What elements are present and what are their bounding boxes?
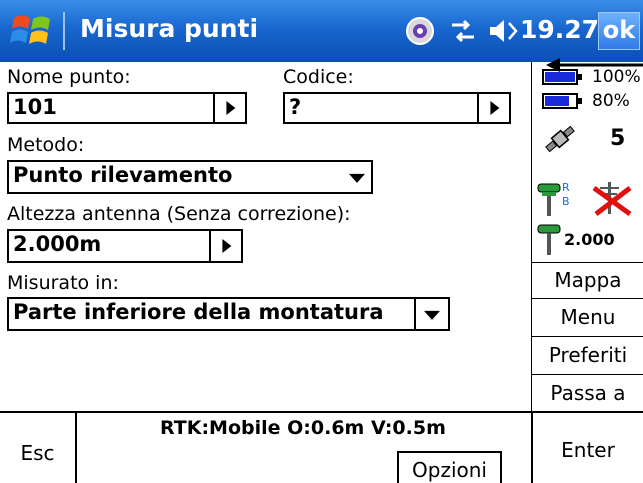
opzioni-button[interactable]: Opzioni: [397, 451, 502, 483]
battery-2-icon[interactable]: [542, 93, 582, 109]
satellite-count[interactable]: 5: [610, 126, 625, 151]
rover-receiver-icon[interactable]: [536, 180, 582, 218]
misurato-dropdown[interactable]: Parte inferiore della montatura: [7, 297, 450, 331]
arrow-right-icon: [222, 239, 232, 253]
altezza-value[interactable]: 2.000m: [13, 232, 101, 256]
antenna-height[interactable]: 2.000: [564, 230, 615, 249]
metodo-dropdown[interactable]: Punto rilevamento: [7, 160, 373, 194]
nome-punto-value[interactable]: 101: [13, 95, 57, 119]
volume-icon[interactable]: [486, 17, 522, 45]
misurato-dropdown-button[interactable]: [414, 299, 448, 329]
codice-field[interactable]: ?: [283, 92, 511, 124]
rtk-status: RTK:Mobile O:0.6m V:0.5m: [160, 417, 446, 439]
battery-1-fill: [545, 72, 575, 82]
metodo-dropdown-button[interactable]: [341, 162, 371, 192]
arrow-right-icon: [490, 101, 500, 115]
chevron-down-icon: [349, 173, 365, 183]
codice-arrow-button[interactable]: [477, 94, 509, 122]
codice-label: Codice:: [283, 66, 354, 88]
altezza-field[interactable]: 2.000m: [7, 229, 243, 263]
battery-2-percent: 80%: [592, 91, 630, 111]
chevron-down-icon: [424, 310, 440, 320]
rover-tag: R: [562, 181, 570, 194]
bottom-bar: Esc RTK:Mobile O:0.6m V:0.5m Opzioni Ent…: [0, 411, 643, 483]
enter-arrow-icon: [546, 58, 643, 72]
window-title: Misura punti: [80, 14, 259, 43]
passa-a-button[interactable]: Passa a: [532, 374, 643, 412]
title-bar: Misura punti 19.27 ok: [0, 0, 643, 62]
esc-button[interactable]: Esc: [0, 413, 77, 483]
altezza-label: Altezza antenna (Senza correzione):: [7, 203, 351, 225]
misurato-value: Parte inferiore della montatura: [13, 300, 384, 324]
title-separator: [63, 12, 65, 50]
connectivity-icon[interactable]: [448, 17, 478, 45]
no-radio-icon[interactable]: [586, 180, 638, 218]
nome-punto-arrow-button[interactable]: [213, 94, 245, 122]
enter-button[interactable]: Enter: [531, 413, 643, 483]
battery-2-fill: [545, 96, 569, 106]
mappa-button[interactable]: Mappa: [532, 262, 643, 298]
ok-button[interactable]: ok: [598, 12, 640, 50]
metodo-label: Metodo:: [7, 134, 85, 156]
metodo-value: Punto rilevamento: [13, 163, 233, 187]
misurato-label: Misurato in:: [7, 272, 119, 294]
sync-icon[interactable]: [405, 16, 435, 46]
nome-punto-label: Nome punto:: [7, 66, 131, 88]
antenna-icon[interactable]: [536, 222, 566, 256]
nome-punto-field[interactable]: 101: [7, 92, 247, 124]
altezza-arrow-button[interactable]: [209, 231, 241, 261]
arrow-right-icon: [226, 101, 236, 115]
menu-button[interactable]: Menu: [532, 298, 643, 336]
codice-value[interactable]: ?: [289, 95, 301, 119]
base-tag: B: [562, 195, 570, 208]
preferiti-button[interactable]: Preferiti: [532, 336, 643, 374]
clock[interactable]: 19.27: [520, 15, 599, 44]
satellite-icon[interactable]: [542, 122, 578, 156]
windows-start-icon[interactable]: [10, 10, 54, 50]
status-panel: 100% 80% 5 R B 2.000 Mappa Menu Preferit…: [531, 62, 643, 412]
